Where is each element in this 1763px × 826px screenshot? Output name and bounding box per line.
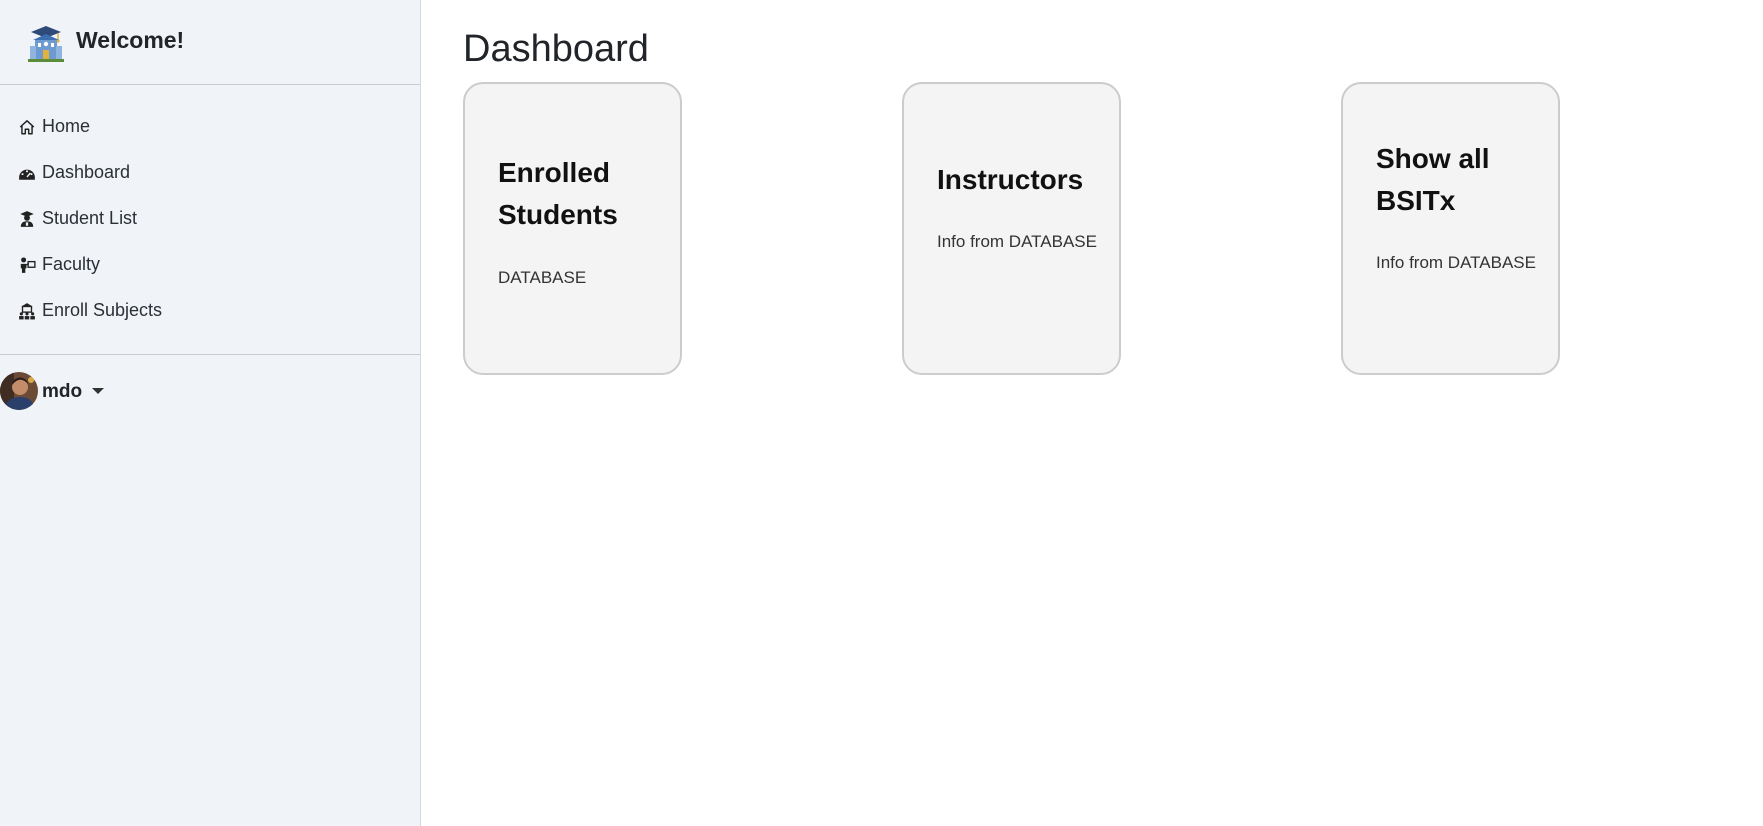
sidebar-item-student-list[interactable]: Student List bbox=[0, 198, 420, 238]
sidebar-item-home[interactable]: Home bbox=[0, 106, 420, 146]
user-menu-toggle[interactable]: mdo bbox=[0, 372, 120, 412]
sidebar-item-faculty[interactable]: Faculty bbox=[0, 244, 420, 284]
user-avatar bbox=[0, 372, 38, 410]
card-title: Show all BSITx bbox=[1376, 143, 1490, 216]
card-title: Enrolled Students bbox=[498, 157, 618, 230]
page-title: Dashboard bbox=[463, 28, 649, 70]
sidebar-item-label: Enroll Subjects bbox=[42, 300, 163, 320]
sidebar-item-label: Faculty bbox=[42, 254, 101, 274]
sidebar-item-label: Dashboard bbox=[42, 162, 131, 182]
teacher-icon bbox=[20, 257, 36, 273]
graduate-person-icon bbox=[20, 211, 34, 227]
brand-title: Welcome! bbox=[76, 27, 185, 53]
house-icon bbox=[19, 120, 35, 135]
sidebar-item-dashboard[interactable]: Dashboard bbox=[0, 152, 420, 192]
sidebar-item-enroll-subjects[interactable]: Enroll Subjects bbox=[0, 290, 420, 330]
card-instructors[interactable]: Instructors Info from DATABASE bbox=[902, 82, 1121, 375]
sidebar-brand[interactable]: Welcome! bbox=[0, 0, 420, 85]
building-people-icon bbox=[19, 303, 35, 320]
speedometer-icon bbox=[19, 169, 35, 180]
sidebar-item-label: Student List bbox=[42, 208, 138, 228]
card-show-all-bsitx[interactable]: Show all BSITx Info from DATABASE bbox=[1341, 82, 1560, 375]
user-name: mdo bbox=[42, 381, 83, 402]
caret-down-icon bbox=[92, 388, 104, 394]
card-title: Instructors bbox=[937, 164, 1084, 195]
sidebar-item-label: Home bbox=[42, 116, 91, 136]
card-enrolled-students[interactable]: Enrolled Students DATABASE bbox=[463, 82, 682, 375]
card-text: Info from DATABASE bbox=[1376, 253, 1536, 272]
school-building-icon bbox=[28, 26, 64, 62]
sidebar-divider bbox=[0, 354, 420, 355]
sidebar: Welcome! Home Dashboard Student List Fac… bbox=[0, 0, 421, 826]
card-text: Info from DATABASE bbox=[937, 232, 1097, 251]
card-text: DATABASE bbox=[498, 268, 587, 287]
